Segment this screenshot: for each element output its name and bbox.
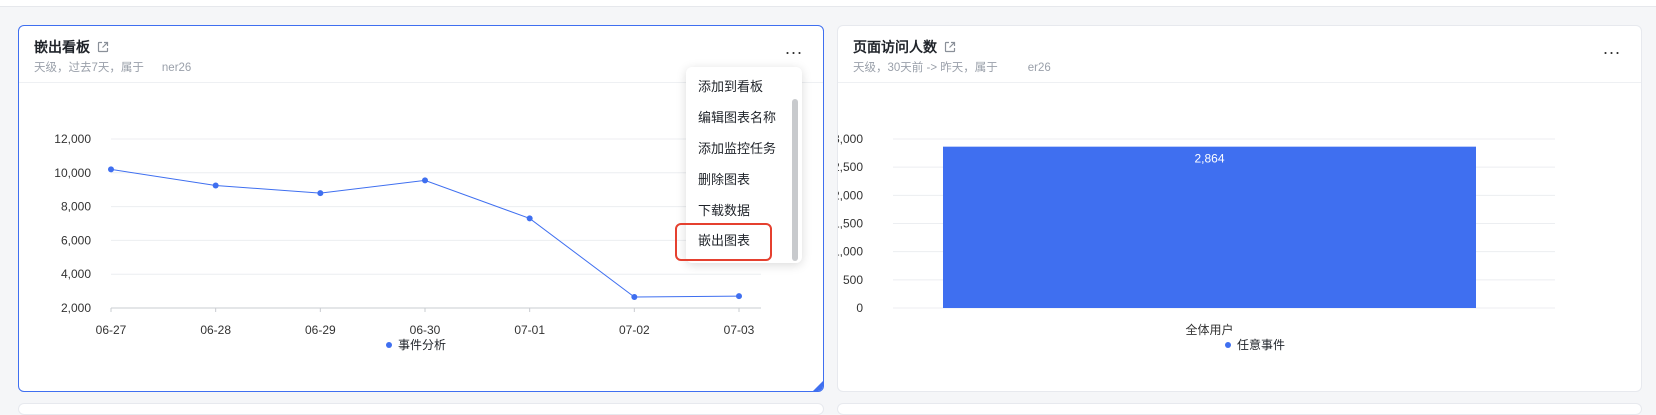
data-point [317, 190, 324, 197]
card-title: 嵌出看板 [34, 37, 110, 57]
x-tick-label: 07-03 [724, 323, 755, 337]
y-tick-label: 1,500 [838, 217, 863, 231]
menu-item-delete-chart[interactable]: 删除图表 [698, 169, 750, 188]
y-tick-label: 1,000 [838, 245, 863, 259]
more-options-button[interactable]: ... [785, 38, 803, 59]
data-point [631, 294, 638, 301]
x-tick-label: 06-27 [96, 323, 127, 337]
series-line [110, 168, 740, 298]
card-title-text: 嵌出看板 [34, 39, 90, 55]
menu-item-embed-chart[interactable]: 嵌出图表 [698, 230, 750, 249]
y-tick-label: 2,000 [61, 301, 91, 315]
data-point [212, 182, 219, 189]
x-tick-label: 06-30 [410, 323, 441, 337]
y-tick-label: 8,000 [61, 200, 91, 214]
dashboard-card-page-visitors[interactable]: 页面访问人数 天级，30天前 -> 昨天，属于 er26 ... 0 500 1,00… [837, 25, 1642, 392]
next-card [18, 403, 824, 415]
menu-item-rename-chart[interactable]: 编辑图表名称 [698, 107, 776, 126]
y-tick-label: 0 [856, 301, 863, 315]
data-point [736, 293, 742, 300]
menu-item-add-monitor[interactable]: 添加监控任务 [698, 138, 776, 157]
card-subtitle-tail: ner26 [161, 62, 192, 74]
x-tick-label: 06-28 [200, 323, 231, 337]
external-link-icon[interactable] [943, 40, 957, 54]
data-point [526, 215, 533, 222]
bar-data-label: 2,864 [1194, 152, 1224, 166]
y-tick-label: 2,500 [838, 160, 863, 174]
legend-dot [1225, 341, 1231, 348]
card-title-text: 页面访问人数 [853, 39, 937, 55]
card-header: 页面访问人数 天级，30天前 -> 昨天，属于 er26 ... [838, 26, 1641, 83]
data-point [108, 166, 114, 173]
bar [943, 146, 1476, 308]
card-subtitle-text: 天级，过去7天，属于 [34, 62, 144, 74]
y-tick-label: 6,000 [61, 233, 91, 247]
legend-label: 任意事件 [1237, 338, 1286, 352]
more-options-button[interactable]: ... [1603, 38, 1621, 59]
next-card [837, 403, 1642, 415]
card-subtitle: 天级，过去7天，属于 ner26 [34, 59, 191, 75]
legend-dot [386, 341, 392, 348]
y-tick-label: 2,000 [838, 188, 863, 202]
top-bar [0, 0, 1656, 7]
resize-handle[interactable] [813, 381, 823, 391]
y-tick-label: 500 [843, 273, 863, 287]
chart-legend: 任意事件 [1225, 336, 1285, 353]
legend-label: 事件分析 [398, 338, 447, 352]
data-point [422, 177, 428, 184]
chart-legend: 事件分析 [386, 336, 446, 353]
menu-item-download-data[interactable]: 下载数据 [698, 200, 750, 219]
menu-scrollbar[interactable] [792, 99, 798, 261]
x-tick-label: 全体用户 [1185, 322, 1233, 337]
y-tick-label: 3,000 [838, 132, 863, 146]
y-tick-label: 12,000 [54, 132, 91, 146]
external-link-icon[interactable] [96, 40, 110, 54]
card-subtitle-text: 天级，30天前 -> 昨天，属于 [853, 62, 998, 74]
y-tick-label: 10,000 [54, 166, 91, 180]
y-tick-label: 4,000 [61, 267, 91, 281]
more-options-menu: 添加到看板 编辑图表名称 添加监控任务 删除图表 下载数据 嵌出图表 [686, 67, 802, 263]
x-tick-label: 07-01 [514, 323, 545, 337]
menu-item-add-to-dashboard[interactable]: 添加到看板 [698, 76, 763, 95]
card-subtitle-tail: er26 [1027, 62, 1051, 74]
x-tick-label: 06-29 [305, 323, 336, 337]
x-tick-label: 07-02 [619, 323, 650, 337]
card-subtitle: 天级，30天前 -> 昨天，属于 er26 [853, 59, 1051, 75]
card-title: 页面访问人数 [853, 37, 957, 57]
